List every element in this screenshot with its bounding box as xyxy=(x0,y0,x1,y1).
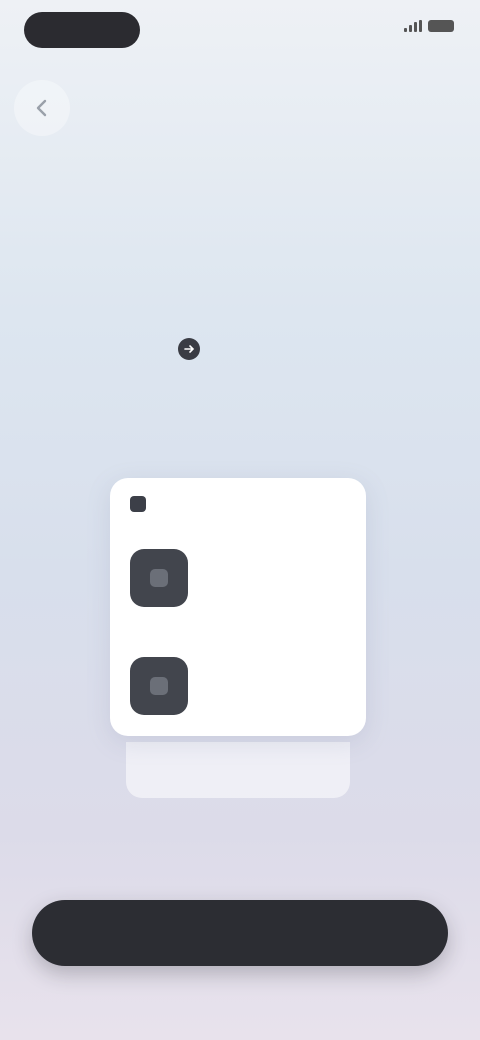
status-time-pill xyxy=(24,12,140,48)
chevron-left-icon xyxy=(36,99,47,117)
app-icon xyxy=(130,657,188,715)
list-item xyxy=(130,656,350,716)
callout xyxy=(170,338,200,360)
list-item xyxy=(130,548,350,608)
app-logo-icon xyxy=(130,496,146,512)
continue-button[interactable] xyxy=(32,900,448,966)
app-icon xyxy=(130,549,188,607)
arrow-icon xyxy=(178,338,200,360)
status-bar xyxy=(0,0,480,60)
card-shadow xyxy=(126,742,350,798)
preview-card xyxy=(110,478,366,736)
battery-icon xyxy=(428,20,454,32)
status-icons xyxy=(404,20,454,32)
card-header xyxy=(130,492,350,516)
signal-icon xyxy=(404,20,422,32)
back-button[interactable] xyxy=(14,80,70,136)
